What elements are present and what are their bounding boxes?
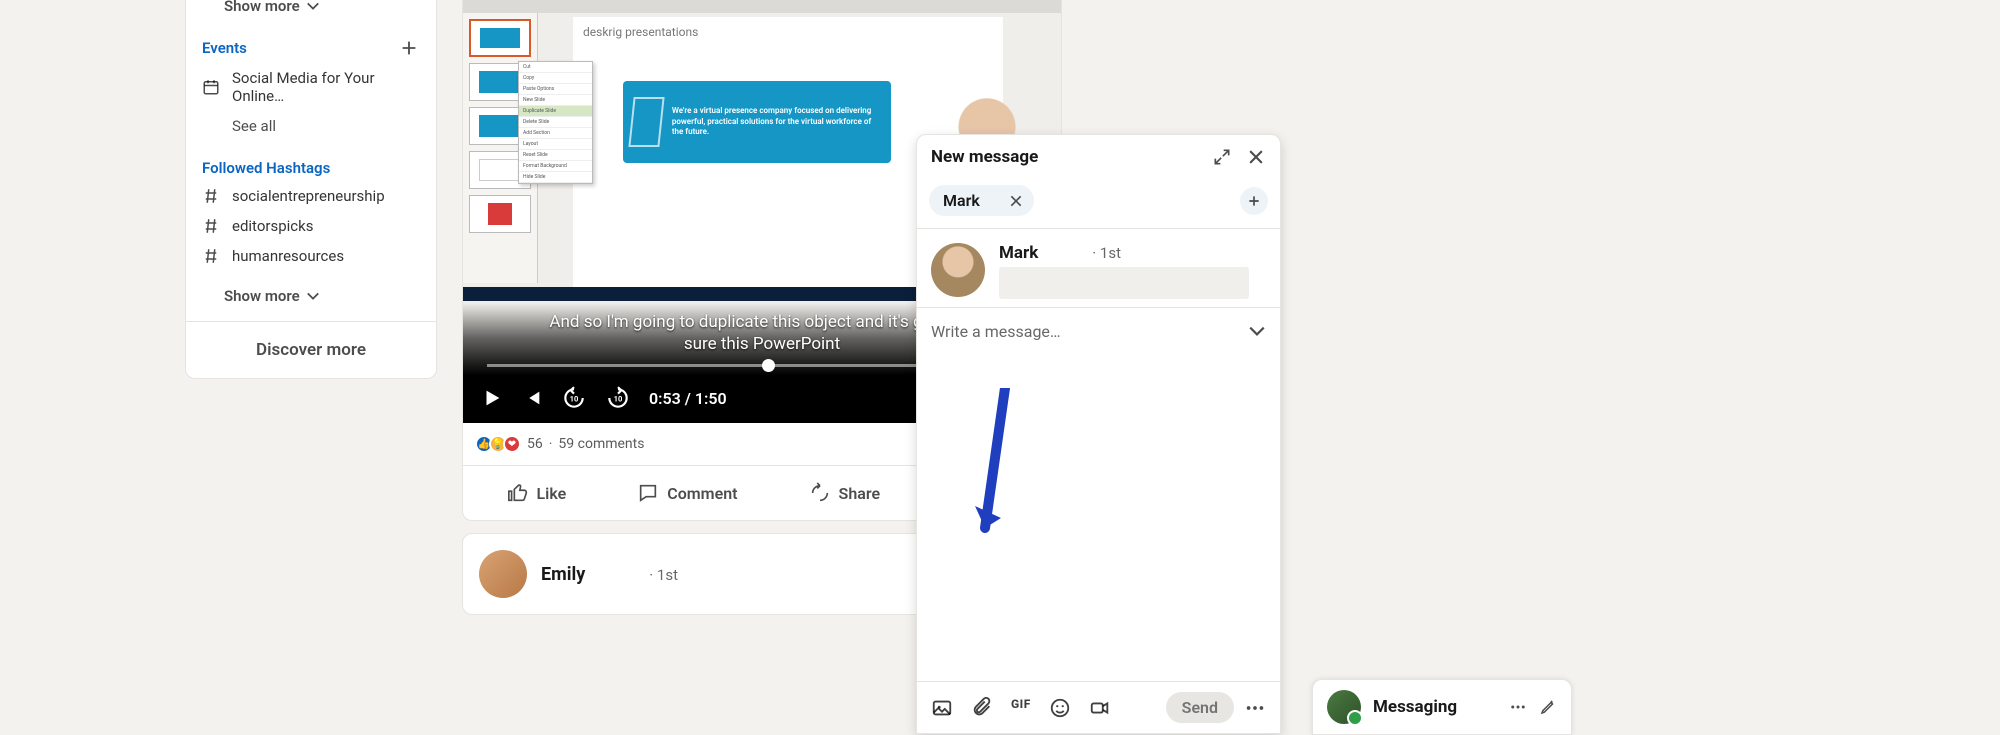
like-button[interactable]: Like: [495, 472, 579, 514]
close-icon[interactable]: [1246, 147, 1266, 167]
annotation-arrow: [975, 388, 1015, 548]
chevron-down-icon: [306, 289, 320, 303]
compose-icon[interactable]: [1539, 698, 1557, 716]
comments-count[interactable]: 59 comments: [558, 436, 644, 452]
attachment-icon[interactable]: [971, 697, 993, 719]
rewind-10-button[interactable]: 10: [561, 385, 587, 411]
share-button[interactable]: Share: [797, 472, 893, 514]
reactions-count: 56: [527, 436, 543, 452]
sidebar-card: Show more Events Social Media for Your O…: [185, 0, 437, 379]
slide-content-card: We're a virtual presence company focused…: [623, 81, 891, 163]
video-icon[interactable]: [1089, 697, 1111, 719]
more-options-icon[interactable]: [1509, 698, 1527, 716]
events-see-all[interactable]: See all: [186, 111, 436, 145]
hashtag-item[interactable]: humanresources: [186, 241, 436, 271]
calendar-icon: [202, 78, 220, 96]
image-icon[interactable]: [931, 697, 953, 719]
share-icon: [809, 482, 831, 504]
hash-icon: [202, 217, 220, 235]
comment-button[interactable]: Comment: [625, 472, 749, 514]
send-message-button[interactable]: Send: [1166, 692, 1234, 723]
avatar: [479, 550, 527, 598]
dot-separator: ·: [549, 436, 553, 452]
like-icon: [507, 482, 529, 504]
event-label: Social Media for Your Online…: [232, 69, 420, 105]
compose-title: New message: [931, 147, 1038, 167]
hashtag-item[interactable]: editorspicks: [186, 211, 436, 241]
connection-degree: · 1st: [649, 566, 678, 584]
slide-text: We're a virtual presence company focused…: [672, 106, 883, 137]
svg-text:10: 10: [570, 394, 579, 403]
new-message-panel: New message Mark Mark · 1st Write a mess…: [916, 134, 1281, 734]
share-label: Share: [839, 484, 881, 503]
messaging-title: Messaging: [1373, 697, 1497, 717]
hashtag-label: socialentrepreneurship: [232, 187, 385, 205]
compose-body[interactable]: Write a message…: [917, 307, 1280, 681]
chevron-down-icon: [306, 0, 320, 13]
love-reaction-icon: ❤: [503, 435, 521, 453]
forward-10-button[interactable]: 10: [605, 385, 631, 411]
add-event-icon[interactable]: [398, 37, 420, 59]
add-recipient-button[interactable]: [1240, 187, 1268, 215]
video-time: 0:53 / 1:50: [649, 389, 727, 408]
previous-button[interactable]: [521, 387, 543, 409]
author-name: Emily: [541, 564, 585, 585]
slide-brand-label: deskrig presentations: [583, 25, 698, 39]
emoji-icon[interactable]: [1049, 697, 1071, 719]
context-menu: CutCopyPaste Options New SlideDuplicate …: [518, 61, 593, 184]
remove-recipient-icon[interactable]: [1008, 193, 1024, 209]
hashtag-label: editorspicks: [232, 217, 313, 235]
message-input[interactable]: Write a message…: [931, 322, 1061, 341]
chevron-down-icon[interactable]: [1248, 322, 1266, 340]
profile-name: Mark: [999, 243, 1038, 263]
comment-label: Comment: [667, 484, 737, 503]
hash-icon: [202, 247, 220, 265]
event-item[interactable]: Social Media for Your Online…: [186, 63, 436, 111]
reaction-icons: 👍 💡 ❤: [479, 435, 521, 453]
like-label: Like: [537, 484, 567, 503]
recipient-profile[interactable]: Mark · 1st: [917, 229, 1280, 307]
progress-thumb[interactable]: [762, 359, 775, 372]
video-controls: 10 10 0:53 / 1:50: [481, 385, 727, 411]
events-heading[interactable]: Events: [202, 39, 247, 57]
profile-degree: · 1st: [1092, 244, 1121, 262]
show-more-label: Show more: [224, 287, 300, 305]
show-more-hashtags[interactable]: Show more: [186, 271, 436, 321]
play-button[interactable]: [481, 387, 503, 409]
expand-icon[interactable]: [1212, 147, 1232, 167]
hashtags-heading[interactable]: Followed Hashtags: [202, 159, 330, 177]
profile-role-placeholder: [999, 267, 1249, 299]
hashtag-item[interactable]: socialentrepreneurship: [186, 181, 436, 211]
messaging-pill[interactable]: Messaging: [1312, 679, 1572, 735]
hashtag-label: humanresources: [232, 247, 344, 265]
hash-icon: [202, 187, 220, 205]
show-more-top[interactable]: Show more: [186, 0, 436, 31]
svg-text:10: 10: [614, 394, 623, 403]
show-more-label: Show more: [224, 0, 300, 15]
recipient-name: Mark: [943, 191, 980, 210]
more-options-icon[interactable]: [1244, 697, 1266, 719]
discover-more-button[interactable]: Discover more: [186, 321, 436, 378]
comment-icon: [637, 482, 659, 504]
recipient-chip[interactable]: Mark: [929, 185, 1034, 216]
avatar: [931, 243, 985, 297]
gif-button[interactable]: GIF: [1011, 697, 1031, 719]
avatar: [1327, 690, 1361, 724]
